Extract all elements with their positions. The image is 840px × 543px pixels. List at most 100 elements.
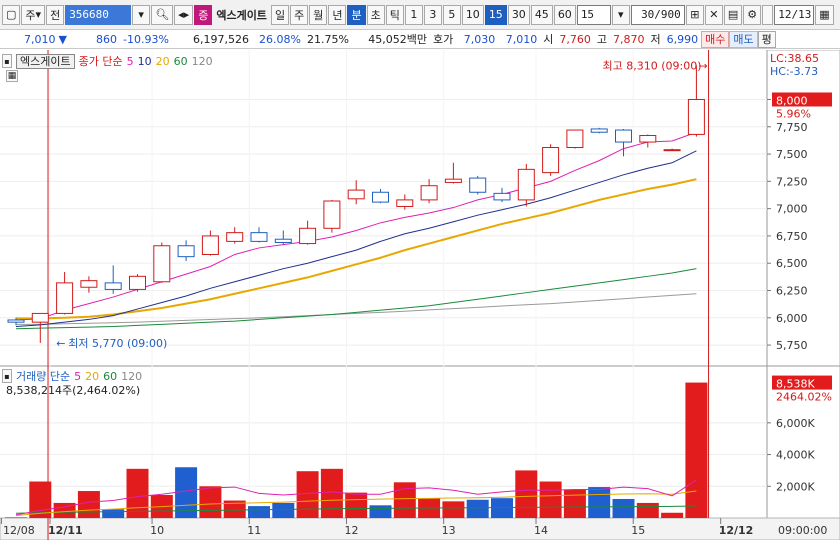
volume-bar[interactable] <box>248 506 270 518</box>
candle-body[interactable] <box>104 282 122 290</box>
grid-toggle[interactable]: ▦ <box>6 70 18 82</box>
volume-bar[interactable] <box>5 517 27 518</box>
candle-body[interactable] <box>7 319 25 323</box>
volume-bar[interactable] <box>102 509 125 518</box>
crosshair-icon[interactable]: ✕ <box>704 4 723 25</box>
chart-window-icon[interactable]: ▢ <box>2 4 21 25</box>
period-month-button[interactable]: 월 <box>309 4 328 25</box>
grid-icon[interactable]: ▦ <box>6 70 18 82</box>
interval-5-button[interactable]: 5 <box>442 4 461 25</box>
interval-15-button[interactable]: 15 <box>484 4 507 25</box>
volume-bar[interactable] <box>539 481 562 518</box>
volume-bar[interactable] <box>442 501 465 518</box>
volume-bar[interactable] <box>636 502 659 518</box>
code-dropdown-icon[interactable]: ▾ <box>132 4 151 25</box>
volume-legend-ma60[interactable]: 60 <box>103 370 117 383</box>
settings-gear-icon[interactable]: ⚙ <box>743 4 762 25</box>
zoom-icon[interactable]: ⊞ <box>685 4 704 25</box>
chart-area[interactable]: 8,000 7,750 7,500 7,250 7,000 6,750 6,500 6,250… <box>0 49 840 541</box>
candle-body[interactable] <box>177 245 195 258</box>
candle-body[interactable] <box>420 185 438 201</box>
legend-ma20[interactable]: 20 <box>156 55 170 68</box>
candle-body[interactable] <box>542 147 560 174</box>
volume-legend-ma20[interactable]: 20 <box>85 370 99 383</box>
prev-next-icon[interactable]: ◂▸ <box>174 4 194 25</box>
candle-body[interactable] <box>129 275 146 290</box>
candle-body[interactable] <box>687 98 705 135</box>
volume-bar[interactable] <box>612 498 635 518</box>
volume-legend-ma5[interactable]: 5 <box>74 370 81 383</box>
legend-ma60[interactable]: 60 <box>174 55 188 68</box>
interval-combo[interactable]: 15 <box>576 4 611 25</box>
candle-body[interactable] <box>566 129 584 149</box>
candle-body[interactable] <box>469 177 487 193</box>
period-tick-button[interactable]: 틱 <box>385 4 404 25</box>
candle-body[interactable] <box>396 199 414 207</box>
period-minute-button[interactable]: 분 <box>347 4 366 25</box>
candle-body[interactable] <box>299 227 317 245</box>
legend-ma5[interactable]: 5 <box>127 55 134 68</box>
calendar-icon[interactable]: ▦ <box>815 4 834 25</box>
volume-legend-ma120[interactable]: 120 <box>121 370 142 383</box>
volume-legend-collapse-icon[interactable]: ▪ <box>2 369 12 383</box>
volume-bar[interactable] <box>345 492 368 518</box>
volume-bar[interactable] <box>296 471 319 518</box>
interval-3-button[interactable]: 3 <box>423 4 442 25</box>
period-day-button[interactable]: 일 <box>270 4 290 25</box>
interval-30-button[interactable]: 30 <box>507 4 530 25</box>
candle-body[interactable] <box>517 168 535 201</box>
sell-button[interactable]: 매도 <box>729 30 758 48</box>
candle-body[interactable] <box>31 312 49 323</box>
period-week-button[interactable]: 주 <box>290 4 309 25</box>
balance-button[interactable]: 평 <box>757 30 776 48</box>
candle-body[interactable] <box>323 200 341 229</box>
candle-body[interactable] <box>639 135 657 143</box>
volume-bar[interactable] <box>77 491 100 518</box>
candle-body[interactable] <box>80 280 98 288</box>
legend-collapse-icon[interactable]: ▪ <box>2 54 12 68</box>
candle-body[interactable] <box>590 128 608 133</box>
volume-bar[interactable] <box>272 502 295 518</box>
volume-bar[interactable] <box>466 499 489 518</box>
full-toggle-button[interactable]: 전 <box>46 4 65 25</box>
interval-60-button[interactable]: 60 <box>553 4 576 25</box>
search-icon[interactable]: 🔍︎ <box>151 4 174 25</box>
count-input[interactable]: 30/900 <box>630 4 685 25</box>
buy-button[interactable]: 매수 <box>701 30 730 48</box>
candle-body[interactable] <box>444 178 462 183</box>
stock-chart-svg[interactable]: 8,000 7,750 7,500 7,250 7,000 6,750 6,500 6,250… <box>0 49 840 541</box>
candle-body[interactable] <box>201 235 219 255</box>
candle-body[interactable] <box>493 192 511 201</box>
volume-bar[interactable] <box>515 470 538 518</box>
candle-body[interactable] <box>663 149 681 152</box>
period-second-button[interactable]: 초 <box>366 4 385 25</box>
volume-bar[interactable] <box>126 468 149 518</box>
date-input[interactable]: 12/13 <box>774 4 815 25</box>
candle-body[interactable] <box>615 129 632 143</box>
legend-ma10[interactable]: 10 <box>138 55 152 68</box>
legend-stock-name[interactable]: 엑스게이트 <box>16 53 75 69</box>
interval-45-button[interactable]: 45 <box>530 4 553 25</box>
volume-bar[interactable] <box>661 512 684 518</box>
market-select[interactable]: 주 ▾ <box>21 4 46 25</box>
candle-body[interactable] <box>153 245 171 283</box>
stock-code-input[interactable]: 356680 <box>65 4 132 25</box>
date-checkbox[interactable] <box>762 4 774 25</box>
volume-bar[interactable] <box>320 468 343 518</box>
candle-body[interactable] <box>274 238 292 243</box>
volume-bar[interactable] <box>393 482 416 518</box>
volume-bar[interactable] <box>685 382 708 518</box>
volume-bar[interactable] <box>199 486 222 518</box>
print-icon[interactable]: ▤ <box>723 4 743 25</box>
interval-dropdown-icon[interactable]: ▾ <box>611 4 630 25</box>
candle-body[interactable] <box>372 191 389 203</box>
volume-bar[interactable] <box>369 505 392 518</box>
volume-bar[interactable] <box>588 487 611 518</box>
candle-body[interactable] <box>56 282 74 314</box>
period-year-button[interactable]: 년 <box>328 4 347 25</box>
candle-body[interactable] <box>250 232 268 242</box>
volume-bar[interactable] <box>491 498 513 518</box>
candle-body[interactable] <box>347 189 365 200</box>
interval-10-button[interactable]: 10 <box>461 4 484 25</box>
legend-ma120[interactable]: 120 <box>192 55 213 68</box>
